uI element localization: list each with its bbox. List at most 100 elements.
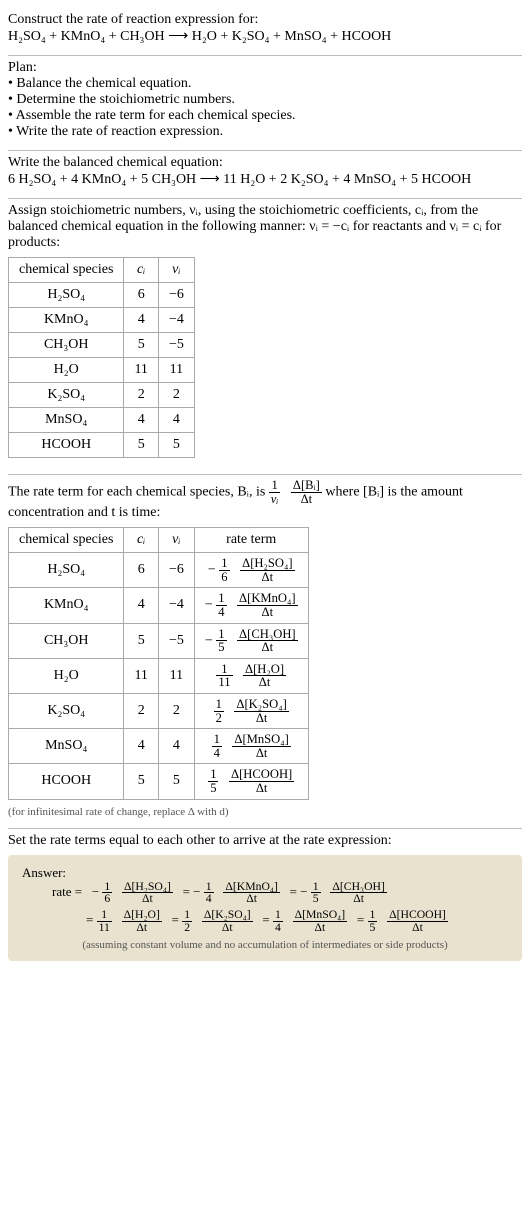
cell: K₂SO₄: [9, 383, 124, 408]
cell: MnSO₄: [9, 729, 124, 764]
answer-label: Answer:: [22, 865, 508, 881]
cell: −4: [158, 588, 194, 623]
col-header: chemical species: [9, 258, 124, 283]
col-header: cᵢ: [124, 528, 158, 553]
table-row: HCOOH 5 5 15 Δ[HCOOH]Δt: [9, 764, 309, 799]
cell: CH₃OH: [9, 623, 124, 658]
cell: 2: [124, 693, 158, 728]
plan-item: Write the rate of reaction expression.: [8, 124, 522, 140]
cell: H₂SO₄: [9, 553, 124, 588]
cell: 5: [124, 764, 158, 799]
table-row: CH₃OH 5 −5 − 15 Δ[CH₃OH]Δt: [9, 623, 309, 658]
table-row: H₂O 11 11 111 Δ[H₂O]Δt: [9, 658, 309, 693]
cell: CH₃OH: [9, 333, 124, 358]
cell: 4: [124, 408, 158, 433]
frac-delta: Δ[Bᵢ] Δt: [291, 479, 322, 505]
main-equation: H₂SO₄ + KMnO₄ + CH₃OH ⟶ H₂O + K₂SO₄ + Mn…: [8, 28, 522, 45]
table-header-row: chemical species cᵢ νᵢ rate term: [9, 528, 309, 553]
cell-rate-term: − 14 Δ[KMnO₄]Δt: [194, 588, 308, 623]
cell: 11: [158, 358, 194, 383]
balanced-equation: 6 H₂SO₄ + 4 KMnO₄ + 5 CH₃OH ⟶ 11 H₂O + 2…: [8, 171, 522, 188]
plan-item: Assemble the rate term for each chemical…: [8, 108, 522, 124]
cell: 4: [158, 408, 194, 433]
cell-rate-term: 15 Δ[HCOOH]Δt: [194, 764, 308, 799]
answer-line-2: = 111 Δ[H₂O]Δt = 12 Δ[K₂SO₄]Δt = 14 Δ[Mn…: [52, 909, 508, 933]
cell: 4: [124, 729, 158, 764]
col-header: νᵢ: [158, 528, 194, 553]
intro-text-a: The rate term for each chemical species,…: [8, 484, 269, 499]
stoich-table: chemical species cᵢ νᵢ H₂SO₄6−6 KMnO₄4−4…: [8, 257, 195, 458]
cell-rate-term: 14 Δ[MnSO₄]Δt: [194, 729, 308, 764]
cell: 5: [158, 433, 194, 458]
rate-term-section: The rate term for each chemical species,…: [8, 475, 522, 828]
table-row: KMnO₄4−4: [9, 308, 195, 333]
cell: 2: [158, 693, 194, 728]
cell-rate-term: 12 Δ[K₂SO₄]Δt: [194, 693, 308, 728]
cell: 4: [124, 588, 158, 623]
cell: MnSO₄: [9, 408, 124, 433]
rate-label: rate =: [52, 884, 82, 899]
cell: 11: [158, 658, 194, 693]
prompt-section: Construct the rate of reaction expressio…: [8, 8, 522, 55]
assign-section: Assign stoichiometric numbers, νᵢ, using…: [8, 199, 522, 474]
cell: 2: [124, 383, 158, 408]
cell-rate-term: − 15 Δ[CH₃OH]Δt: [194, 623, 308, 658]
plan-item: Determine the stoichiometric numbers.: [8, 92, 522, 108]
cell: HCOOH: [9, 433, 124, 458]
answer-note: (assuming constant volume and no accumul…: [22, 939, 508, 951]
cell: H₂O: [9, 358, 124, 383]
final-section: Set the rate terms equal to each other t…: [8, 829, 522, 972]
table-row: K₂SO₄ 2 2 12 Δ[K₂SO₄]Δt: [9, 693, 309, 728]
plan-item: Balance the chemical equation.: [8, 76, 522, 92]
cell: 4: [158, 729, 194, 764]
table-header-row: chemical species cᵢ νᵢ: [9, 258, 195, 283]
balanced-section: Write the balanced chemical equation: 6 …: [8, 151, 522, 198]
cell: 6: [124, 553, 158, 588]
plan-title: Plan:: [8, 60, 522, 76]
plan-section: Plan: Balance the chemical equation. Det…: [8, 56, 522, 150]
cell: 5: [158, 764, 194, 799]
set-equal-text: Set the rate terms equal to each other t…: [8, 833, 522, 849]
assign-text: Assign stoichiometric numbers, νᵢ, using…: [8, 203, 522, 251]
col-header: rate term: [194, 528, 308, 553]
cell: KMnO₄: [9, 588, 124, 623]
cell: 11: [124, 358, 158, 383]
cell: 2: [158, 383, 194, 408]
cell-rate-term: − 16 Δ[H₂SO₄]Δt: [194, 553, 308, 588]
cell: H₂O: [9, 658, 124, 693]
cell: 6: [124, 283, 158, 308]
table-row: H₂O1111: [9, 358, 195, 383]
cell: 4: [124, 308, 158, 333]
cell: HCOOH: [9, 764, 124, 799]
table-row: H₂SO₄6−6: [9, 283, 195, 308]
answer-box: Answer: rate = − 16 Δ[H₂SO₄]Δt = − 14 Δ[…: [8, 855, 522, 962]
cell: K₂SO₄: [9, 693, 124, 728]
col-header: chemical species: [9, 528, 124, 553]
cell: H₂SO₄: [9, 283, 124, 308]
cell: −6: [158, 283, 194, 308]
cell: 11: [124, 658, 158, 693]
table-row: K₂SO₄22: [9, 383, 195, 408]
table-row: MnSO₄ 4 4 14 Δ[MnSO₄]Δt: [9, 729, 309, 764]
plan-list: Balance the chemical equation. Determine…: [8, 76, 522, 140]
cell: −4: [158, 308, 194, 333]
rate-term-table: chemical species cᵢ νᵢ rate term H₂SO₄ 6…: [8, 527, 309, 799]
rate-term-intro: The rate term for each chemical species,…: [8, 479, 522, 521]
answer-line-1: rate = − 16 Δ[H₂SO₄]Δt = − 14 Δ[KMnO₄]Δt…: [52, 881, 508, 905]
cell: −5: [158, 623, 194, 658]
col-header: cᵢ: [124, 258, 158, 283]
cell-rate-term: 111 Δ[H₂O]Δt: [194, 658, 308, 693]
cell: −6: [158, 553, 194, 588]
table-row: MnSO₄44: [9, 408, 195, 433]
col-header: νᵢ: [158, 258, 194, 283]
prompt-title: Construct the rate of reaction expressio…: [8, 12, 522, 28]
table-row: HCOOH55: [9, 433, 195, 458]
cell: 5: [124, 623, 158, 658]
cell: KMnO₄: [9, 308, 124, 333]
answer-expression: rate = − 16 Δ[H₂SO₄]Δt = − 14 Δ[KMnO₄]Δt…: [22, 881, 508, 934]
cell: 5: [124, 333, 158, 358]
table-row: H₂SO₄ 6 −6 − 16 Δ[H₂SO₄]Δt: [9, 553, 309, 588]
infinitesimal-note: (for infinitesimal rate of change, repla…: [8, 806, 522, 818]
cell: 5: [124, 433, 158, 458]
table-row: CH₃OH5−5: [9, 333, 195, 358]
